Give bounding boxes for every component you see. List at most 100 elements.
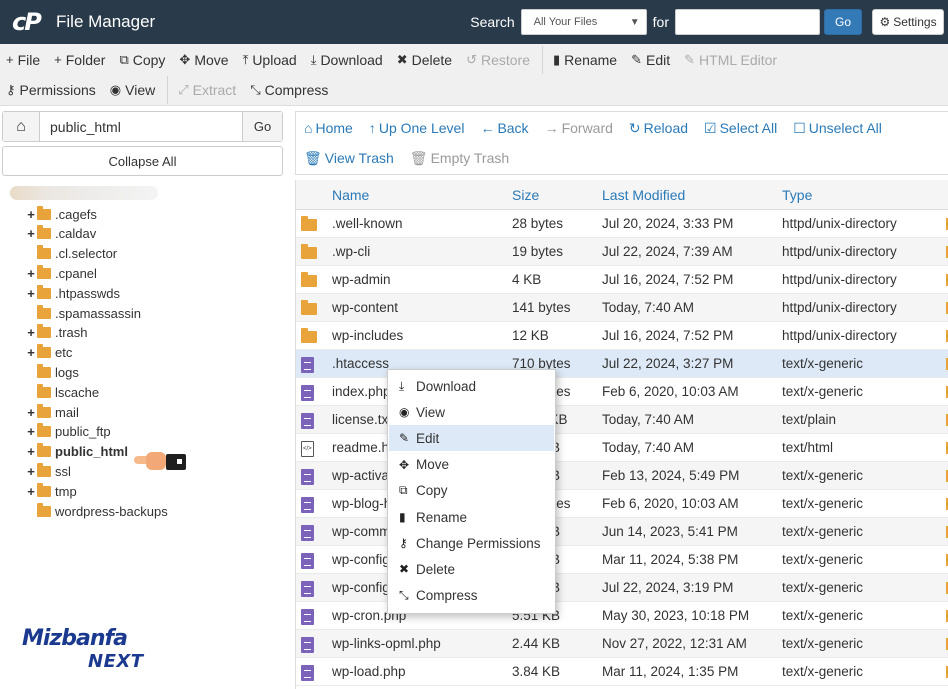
expand-plus-icon[interactable]: +: [26, 207, 36, 222]
file-last-modified: Jul 22, 2024, 3:19 PM: [602, 580, 734, 595]
search-input[interactable]: [675, 9, 820, 35]
tree-item-public-ftp[interactable]: + public_ftp: [26, 422, 111, 442]
file-name: wp-load.php: [332, 664, 406, 679]
path-go-button[interactable]: Go: [242, 112, 282, 141]
copy-icon: ⧉: [119, 51, 129, 67]
toolbar-html-editor-button[interactable]: ✎ HTML Editor: [678, 46, 785, 74]
tree-item-logs[interactable]: logs: [26, 362, 79, 382]
toolbar-upload-button[interactable]: ⤒ Upload: [237, 46, 305, 74]
expand-plus-icon[interactable]: +: [26, 405, 36, 420]
context-menu-change-permissions[interactable]: ⚷ Change Permissions: [389, 530, 554, 556]
tree-item-lscache[interactable]: lscache: [26, 382, 99, 402]
nav-home-button[interactable]: ⌂ Home: [304, 120, 353, 136]
table-row[interactable]: wp-includes 12 KB Jul 16, 2024, 7:52 PM htt…: [296, 322, 948, 350]
tree-item-label: mail: [55, 404, 79, 420]
search-scope-select[interactable]: All Your Files ▼: [520, 9, 647, 35]
folder-icon: [37, 205, 51, 220]
table-row[interactable]: .wp-cli 19 bytes Jul 22, 2024, 7:39 AM http…: [296, 238, 948, 266]
home-button[interactable]: ⌂: [3, 112, 40, 141]
tree-item-trash[interactable]: + .trash: [26, 323, 88, 343]
tree-item-label: .trash: [55, 325, 88, 341]
file-type: text/x-generic: [782, 608, 864, 623]
search-go-button[interactable]: Go: [824, 9, 862, 35]
context-menu-label: View: [416, 404, 446, 420]
toolbar-delete-button[interactable]: ✖ Delete: [391, 46, 460, 74]
toolbar-permissions-button[interactable]: ⚷ Permissions: [0, 76, 104, 104]
context-menu-edit[interactable]: ✎ Edit: [389, 425, 554, 452]
toolbar-file-button[interactable]: + File: [0, 46, 48, 74]
nav-up-one-level-button[interactable]: ↑ Up One Level: [369, 120, 465, 136]
nav-view-trash-button[interactable]: 🗑 View Trash: [304, 150, 394, 167]
tree-item-public-html[interactable]: + public_html: [26, 442, 128, 462]
up-one-level-icon: ↑: [368, 120, 376, 136]
tree-item-caldav[interactable]: + .caldav: [26, 224, 96, 244]
context-menu-download[interactable]: ⤓ Download: [389, 373, 554, 399]
folder-icon: [37, 324, 51, 339]
context-menu-rename[interactable]: ▮ Rename: [389, 504, 554, 530]
nav-unselect-all-button[interactable]: ☐ Unselect All: [793, 120, 882, 137]
toolbar-row-2: ⚷ Permissions ◉ View ⤢ Extract ⤡ Compress: [0, 74, 336, 105]
column-header-last-modified[interactable]: Last Modified: [602, 187, 685, 203]
tree-item-cl-selector[interactable]: .cl.selector: [26, 244, 117, 264]
file-icon: [301, 636, 314, 653]
expand-plus-icon[interactable]: +: [26, 424, 36, 439]
expand-plus-icon[interactable]: +: [26, 484, 36, 499]
tree-item-tmp[interactable]: + tmp: [26, 481, 77, 501]
tree-root-redacted[interactable]: [10, 184, 160, 202]
expand-plus-icon[interactable]: +: [26, 226, 36, 241]
context-menu-move[interactable]: ✥ Move: [389, 452, 554, 478]
file-name: wp-admin: [332, 272, 391, 287]
file-last-modified: May 30, 2023, 10:18 PM: [602, 608, 750, 623]
expand-plus-icon[interactable]: +: [26, 464, 36, 479]
column-header-name[interactable]: Name: [332, 187, 369, 203]
expand-plus-icon[interactable]: +: [26, 325, 36, 340]
toolbar-extract-button[interactable]: ⤢ Extract: [172, 76, 244, 104]
table-row[interactable]: wp-links-opml.php 2.44 KB Nov 27, 2022, 12…: [296, 630, 948, 658]
nav-reload-button[interactable]: ↻ Reload: [629, 120, 688, 137]
toolbar-rename-button[interactable]: ▮ Rename: [547, 46, 625, 74]
context-menu-compress[interactable]: ⤡ Compress: [389, 583, 554, 609]
column-header-type[interactable]: Type: [782, 187, 812, 203]
tree-item-cagefs[interactable]: + .cagefs: [26, 204, 97, 224]
table-row[interactable]: wp-content 141 bytes Today, 7:40 AM httpd/u…: [296, 294, 948, 322]
toolbar-folder-button[interactable]: + Folder: [48, 46, 113, 74]
tree-item-etc[interactable]: + etc: [26, 343, 72, 363]
toolbar-move-button[interactable]: ✥ Move: [173, 46, 236, 74]
tree-item-mail[interactable]: + mail: [26, 402, 79, 422]
collapse-all-button[interactable]: Collapse All: [2, 146, 283, 176]
table-header: Name Size Last Modified Type: [296, 180, 948, 210]
context-menu-view[interactable]: ◉ View: [389, 399, 554, 425]
context-menu-delete[interactable]: ✖ Delete: [389, 556, 554, 582]
settings-button[interactable]: ⚙ Settings: [872, 9, 944, 35]
toolbar-view-button[interactable]: ◉ View: [104, 76, 163, 104]
table-row[interactable]: .well-known 28 bytes Jul 20, 2024, 3:33 PM…: [296, 210, 948, 238]
tree-item-ssl[interactable]: + ssl: [26, 461, 71, 481]
table-row[interactable]: wp-load.php 3.84 KB Mar 11, 2024, 1:35 PM t…: [296, 658, 948, 686]
nav-select-all-button[interactable]: ☑ Select All: [704, 120, 777, 137]
expand-plus-icon[interactable]: +: [26, 444, 36, 459]
path-input[interactable]: public_html: [40, 112, 242, 141]
logo[interactable]: cP File Manager: [12, 8, 155, 36]
expand-plus-icon[interactable]: +: [26, 286, 36, 301]
nav-back-button[interactable]: ← Back: [480, 120, 528, 136]
tree-item-wordpress-backups[interactable]: wordpress-backups: [26, 501, 168, 521]
nav-empty-trash-button[interactable]: 🗑 Empty Trash: [410, 150, 509, 167]
tree-item-htpasswds[interactable]: + .htpasswds: [26, 283, 120, 303]
toolbar-download-button[interactable]: ⤓ Download: [305, 46, 391, 74]
toolbar-file-label: File: [17, 51, 41, 68]
move-icon: ✥: [399, 457, 410, 472]
column-header-size[interactable]: Size: [512, 187, 539, 203]
toolbar-restore-button[interactable]: ↺ Restore: [460, 46, 538, 74]
tree-item-cpanel[interactable]: + .cpanel: [26, 263, 97, 283]
expand-plus-icon[interactable]: +: [26, 266, 36, 281]
table-row[interactable]: wp-admin 4 KB Jul 16, 2024, 7:52 PM httpd/u…: [296, 266, 948, 294]
context-menu-copy[interactable]: ⧉ Copy: [389, 478, 554, 504]
toolbar-edit-button[interactable]: ✎ Edit: [625, 46, 678, 74]
expand-plus-icon[interactable]: +: [26, 345, 36, 360]
toolbar-copy-button[interactable]: ⧉ Copy: [113, 46, 173, 74]
toolbar-restore-label: Restore: [480, 51, 531, 68]
page-title: File Manager: [56, 12, 156, 31]
nav-forward-button[interactable]: → Forward: [545, 120, 613, 136]
tree-item-spamassassin[interactable]: .spamassassin: [26, 303, 141, 323]
toolbar-compress-button[interactable]: ⤡ Compress: [244, 76, 336, 104]
